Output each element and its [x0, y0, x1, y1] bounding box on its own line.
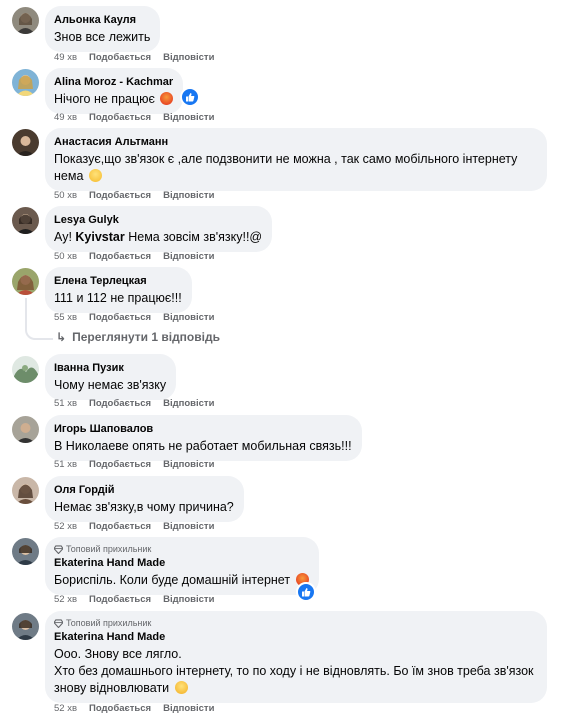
- comment-author[interactable]: Alina Moroz - Kachmar: [54, 75, 173, 89]
- comment-meta: 50 хв Подобається Відповісти: [54, 190, 226, 202]
- comment-author[interactable]: Игорь Шаповалов: [54, 422, 352, 436]
- angry-emoji-icon: [160, 92, 174, 105]
- like-reaction-icon[interactable]: [296, 582, 316, 602]
- comment-author[interactable]: Оля Гордій: [54, 483, 234, 497]
- comment-time[interactable]: 52 хв: [54, 703, 77, 714]
- comment-meta: 52 хв Подобається Відповісти: [54, 703, 226, 715]
- avatar[interactable]: [12, 613, 39, 640]
- reply-button[interactable]: Відповісти: [163, 190, 214, 201]
- comment-time[interactable]: 52 хв: [54, 521, 77, 532]
- comment-text: Ооо. Зновy все лягло. Хто без домашнього…: [54, 647, 534, 695]
- reply-button[interactable]: Відповісти: [163, 251, 214, 262]
- comment-bubble: Оля Гордій Немає зв'язку,в чому причина?: [45, 476, 244, 522]
- comment-time[interactable]: 52 хв: [54, 594, 77, 605]
- reply-arrow-icon: ↳: [56, 330, 67, 344]
- comment-text: Немає зв'язку,в чому причина?: [54, 500, 234, 514]
- comment-text: Бориспіль. Коли буде домашній інтернет: [54, 572, 309, 589]
- comment-time[interactable]: 49 хв: [54, 52, 77, 63]
- reply-button[interactable]: Відповісти: [163, 398, 214, 409]
- avatar[interactable]: [12, 356, 39, 383]
- diamond-badge-icon: [54, 619, 63, 628]
- like-reaction-icon[interactable]: [180, 87, 200, 107]
- reply-button[interactable]: Відповісти: [163, 521, 214, 532]
- top-fan-badge: Топовий прихильник: [54, 544, 309, 555]
- avatar[interactable]: [12, 538, 39, 565]
- comment-time[interactable]: 51 хв: [54, 459, 77, 470]
- comment-bubble: Топовий прихильник Ekaterina Hand Made Б…: [45, 537, 319, 595]
- avatar[interactable]: [12, 7, 39, 34]
- comment-bubble: Игорь Шаповалов В Николаеве опять не раб…: [45, 415, 362, 461]
- comment-meta: 50 хв Подобається Відповісти: [54, 251, 226, 263]
- top-fan-label: Топовий прихильник: [66, 618, 152, 628]
- comment-bubble: Анастасия Альтманн Показує,що зв'язок є …: [45, 128, 547, 191]
- avatar[interactable]: [12, 477, 39, 504]
- comment-text: Знов все лежить: [54, 30, 151, 44]
- comment-author[interactable]: Іванна Пузик: [54, 361, 166, 375]
- comment-time[interactable]: 55 хв: [54, 312, 77, 323]
- comment-bubble: Топовий прихильник Ekaterina Hand Made О…: [45, 611, 547, 703]
- comment-text: В Николаеве опять не работает мобильная …: [54, 439, 352, 453]
- avatar[interactable]: [12, 129, 39, 156]
- comment-text: Показує,що зв'язок є ,але подзвонити не …: [54, 152, 518, 183]
- comment-author[interactable]: Ekaterina Hand Made: [54, 630, 537, 644]
- avatar[interactable]: [12, 268, 39, 295]
- comment-bubble: Іванна Пузик Чому немає зв'язку: [45, 354, 177, 400]
- comment-bubble: Alina Moroz - Kachmar Нічого не працює: [45, 68, 184, 114]
- reply-button[interactable]: Відповісти: [163, 112, 214, 123]
- comment-time[interactable]: 50 хв: [54, 190, 77, 201]
- comment-time[interactable]: 49 хв: [54, 112, 77, 123]
- diamond-badge-icon: [54, 545, 63, 554]
- view-replies-link[interactable]: ↳ Переглянути 1 відповідь: [56, 330, 220, 344]
- comment-author[interactable]: Lesya Gulyk: [54, 213, 262, 227]
- shocked-emoji-icon: [174, 681, 188, 694]
- top-fan-label: Топовий прихильник: [66, 544, 152, 554]
- like-button[interactable]: Подобається: [89, 112, 151, 123]
- comment-author[interactable]: Елена Терлецкая: [54, 274, 182, 288]
- comment-text: Нічого не працює: [54, 91, 174, 108]
- comment-meta: 49 хв Подобається Відповісти: [54, 112, 226, 124]
- reply-button[interactable]: Відповісти: [163, 459, 214, 470]
- comment-meta: 49 хв Подобається Відповісти: [54, 52, 226, 64]
- comment-bubble: Елена Терлецкая 111 и 112 не працює!!!: [45, 267, 192, 313]
- comment-meta: 52 хв Подобається Відповісти: [54, 521, 226, 533]
- reply-button[interactable]: Відповісти: [163, 703, 214, 714]
- comment-meta: 52 хв Подобається Відповісти: [54, 594, 226, 606]
- reply-button[interactable]: Відповісти: [163, 52, 214, 63]
- like-button[interactable]: Подобається: [89, 521, 151, 532]
- comment-author[interactable]: Анастасия Альтманн: [54, 135, 537, 149]
- like-button[interactable]: Подобається: [89, 703, 151, 714]
- like-button[interactable]: Подобається: [89, 459, 151, 470]
- comment-author[interactable]: Альонка Кауля: [54, 13, 150, 27]
- view-replies-label: Переглянути 1 відповідь: [72, 330, 220, 344]
- like-button[interactable]: Подобається: [89, 594, 151, 605]
- top-fan-badge: Топовий прихильник: [54, 618, 537, 629]
- avatar[interactable]: [12, 416, 39, 443]
- comment-bubble: Альонка Кауля Знов все лежить: [45, 6, 161, 52]
- like-button[interactable]: Подобається: [89, 312, 151, 323]
- like-button[interactable]: Подобається: [89, 52, 151, 63]
- comment-bubble: Lesya Gulyk Ау! Kyivstar Нема зовсім зв'…: [45, 206, 273, 252]
- mention-link[interactable]: Kyivstar: [75, 230, 124, 244]
- comment-meta: 55 хв Подобається Відповісти: [54, 312, 226, 324]
- comment-time[interactable]: 50 хв: [54, 251, 77, 262]
- comment-meta: 51 хв Подобається Відповісти: [54, 459, 226, 471]
- sad-emoji-icon: [88, 169, 102, 182]
- reply-button[interactable]: Відповісти: [163, 594, 214, 605]
- comment-meta: 51 хв Подобається Відповісти: [54, 398, 226, 410]
- comment-time[interactable]: 51 хв: [54, 398, 77, 409]
- comment-text: Чому немає зв'язку: [54, 378, 167, 392]
- comments-feed: Альонка Кауля Знов все лежить 49 хв Подоб…: [0, 0, 568, 721]
- like-button[interactable]: Подобається: [89, 398, 151, 409]
- avatar[interactable]: [12, 69, 39, 96]
- comment-text: Ау! Kyivstar Нема зовсім зв'язку!!@: [54, 230, 263, 244]
- comment-author[interactable]: Ekaterina Hand Made: [54, 556, 309, 570]
- comment-text: 111 и 112 не працює!!!: [54, 291, 182, 305]
- reply-button[interactable]: Відповісти: [163, 312, 214, 323]
- like-button[interactable]: Подобається: [89, 190, 151, 201]
- like-button[interactable]: Подобається: [89, 251, 151, 262]
- avatar[interactable]: [12, 207, 39, 234]
